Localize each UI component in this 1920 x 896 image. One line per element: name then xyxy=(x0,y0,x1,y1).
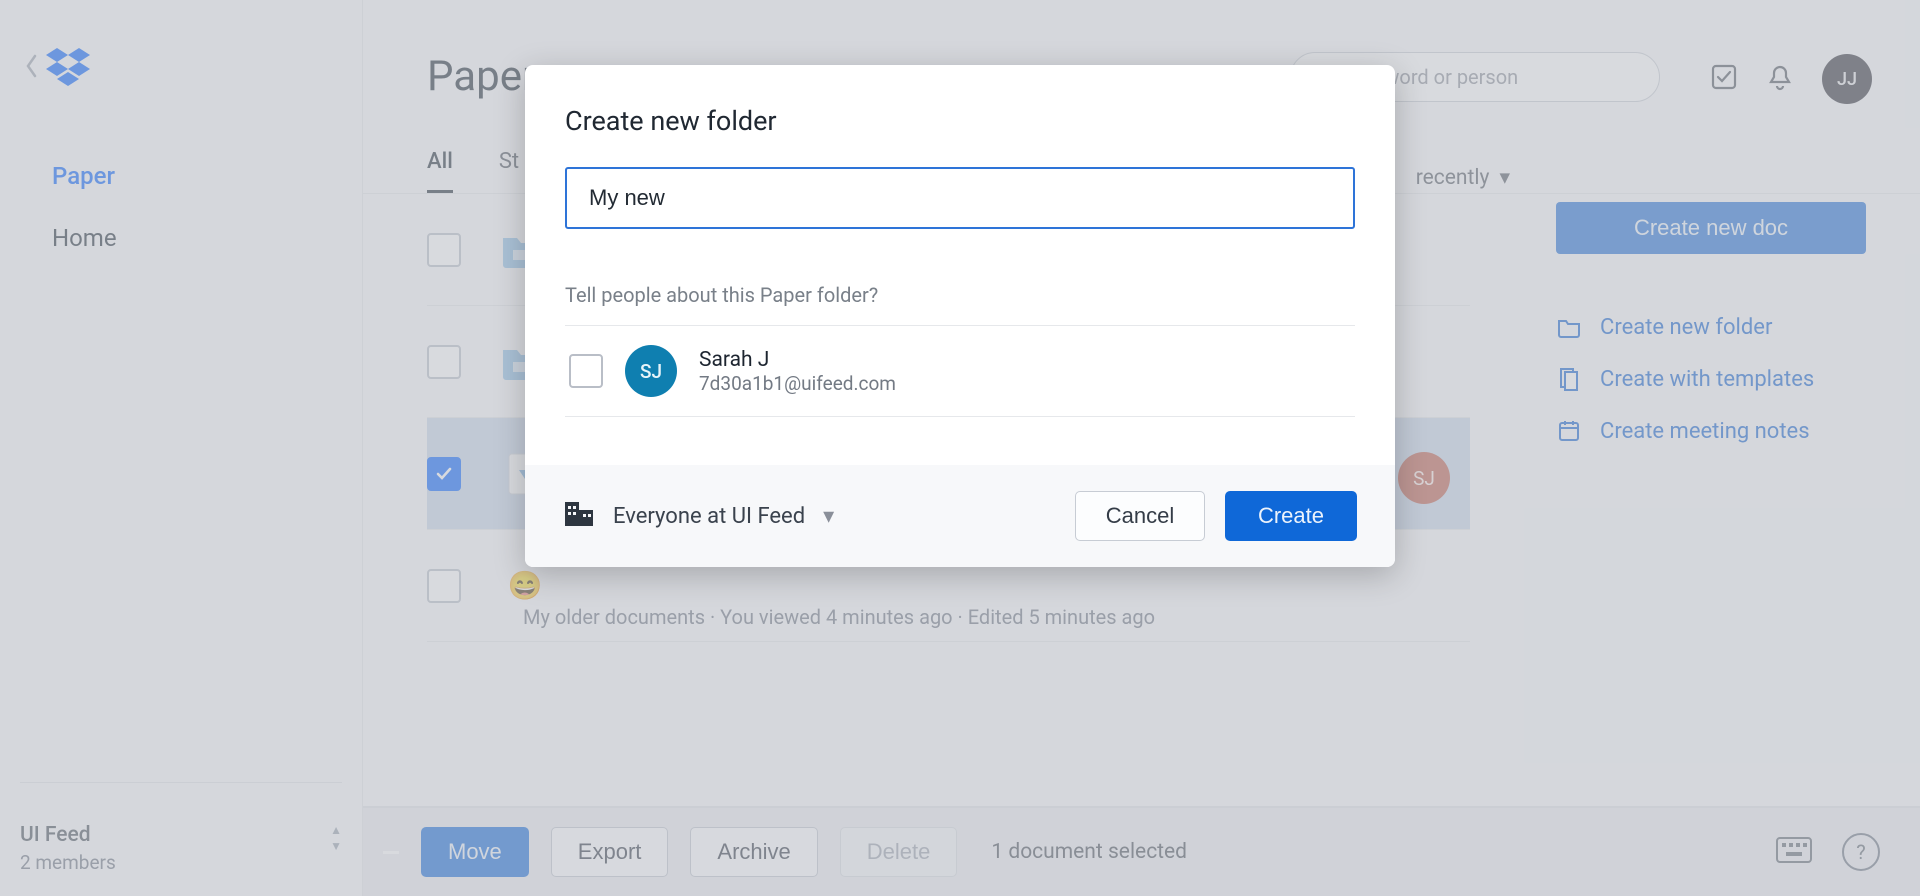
create-button[interactable]: Create xyxy=(1225,491,1357,541)
tell-people-label: Tell people about this Paper folder? xyxy=(565,283,1355,307)
audience-selector[interactable]: Everyone at UI Feed ▾ xyxy=(563,498,834,534)
cancel-button[interactable]: Cancel xyxy=(1075,491,1205,541)
person-name: Sarah J xyxy=(699,348,896,372)
person-checkbox[interactable] xyxy=(569,354,603,388)
chevron-down-icon: ▾ xyxy=(823,504,834,529)
modal-title: Create new folder xyxy=(565,105,1355,137)
person-avatar: SJ xyxy=(625,345,677,397)
building-icon xyxy=(563,498,595,534)
person-email: 7d30a1b1@uifeed.com xyxy=(699,372,896,395)
folder-name-input[interactable] xyxy=(565,167,1355,229)
share-person-row[interactable]: SJ Sarah J 7d30a1b1@uifeed.com xyxy=(565,325,1355,417)
create-folder-modal: Create new folder Tell people about this… xyxy=(525,65,1395,567)
